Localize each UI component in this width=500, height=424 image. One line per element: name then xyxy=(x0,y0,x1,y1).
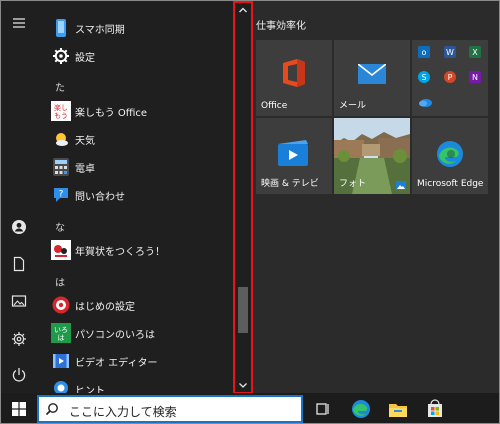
list-item-weather[interactable]: 天気 xyxy=(37,125,233,153)
tile-office[interactable]: Office xyxy=(256,40,332,116)
video-editor-icon xyxy=(51,351,71,371)
taskbar: ここに入力して検索 xyxy=(1,393,499,423)
search-icon xyxy=(45,403,58,416)
list-item-label: 設定 xyxy=(75,53,95,64)
search-input[interactable]: ここに入力して検索 xyxy=(69,403,289,420)
list-item-label: 問い合わせ xyxy=(75,192,125,203)
power-icon[interactable] xyxy=(11,367,27,383)
settings-gear-icon xyxy=(51,46,71,66)
documents-icon[interactable] xyxy=(11,256,27,272)
scrollbar-thumb[interactable] xyxy=(238,287,248,333)
list-item-calculator[interactable]: 電卓 xyxy=(37,153,233,181)
svg-text:は: は xyxy=(58,334,65,342)
tile-photos[interactable]: フォト xyxy=(334,118,410,194)
list-item-label: ヒント xyxy=(75,386,105,393)
list-item-label: 電卓 xyxy=(75,164,95,175)
photos-badge-icon xyxy=(396,181,406,190)
app-list: スマホ同期 設定 た 楽し もう 楽しもう Office 天気 電卓 ? 問い合… xyxy=(37,1,233,393)
phone-link-icon xyxy=(51,18,71,38)
tile-microsoft-edge[interactable]: Microsoft Edge xyxy=(412,118,488,194)
windows-logo-icon xyxy=(12,402,26,416)
excel-icon: X xyxy=(469,46,481,58)
office-logo-icon xyxy=(283,59,305,87)
movies-tv-icon xyxy=(278,140,308,166)
initial-setup-icon xyxy=(51,295,71,315)
list-item-label: 年賀状をつくろう！ xyxy=(75,247,165,258)
mail-envelope-icon xyxy=(358,64,386,84)
list-item-video-editor[interactable]: ビデオ エディター xyxy=(37,347,233,375)
start-rail xyxy=(1,1,37,393)
svg-text:もう: もう xyxy=(54,112,68,120)
tile-label: Office xyxy=(261,101,288,111)
pc-basics-icon: いろ は xyxy=(51,323,71,343)
start-menu: スマホ同期 設定 た 楽し もう 楽しもう Office 天気 電卓 ? 問い合… xyxy=(1,1,499,394)
start-button[interactable] xyxy=(1,393,37,423)
list-item-label: 楽しもう Office xyxy=(75,108,148,119)
letter-header-ha[interactable]: は xyxy=(55,274,65,289)
get-help-icon: ? xyxy=(51,185,71,205)
pictures-icon[interactable] xyxy=(11,293,27,309)
tile-mail[interactable]: メール xyxy=(334,40,410,116)
file-explorer-icon[interactable] xyxy=(388,399,408,419)
outlook-icon: o xyxy=(418,46,430,58)
tile-label: Microsoft Edge xyxy=(417,179,484,189)
screenshot-frame: スマホ同期 設定 た 楽し もう 楽しもう Office 天気 電卓 ? 問い合… xyxy=(0,0,500,424)
hamburger-menu-icon[interactable] xyxy=(11,15,27,31)
svg-text:W: W xyxy=(446,48,454,57)
tile-label: フォト xyxy=(339,179,367,189)
tips-icon xyxy=(51,379,71,393)
list-item-tips[interactable]: ヒント xyxy=(37,375,233,393)
list-item-initial-setup[interactable]: はじめの設定 xyxy=(37,291,233,319)
svg-text:P: P xyxy=(448,73,453,82)
svg-text:S: S xyxy=(421,73,426,82)
powerpoint-icon: P xyxy=(444,71,456,83)
list-item-label: 天気 xyxy=(75,136,95,147)
list-item-phone-link[interactable]: スマホ同期 xyxy=(37,14,233,42)
user-account-icon[interactable] xyxy=(11,219,27,235)
svg-text:X: X xyxy=(472,48,478,57)
office-fun-icon: 楽し もう xyxy=(51,101,71,121)
app-list-scrollbar[interactable] xyxy=(233,1,253,394)
edge-logo-icon xyxy=(437,141,463,167)
tile-label: 映画 & テレビ xyxy=(261,179,319,189)
list-item-new-year-card[interactable]: 年賀状をつくろう！ xyxy=(37,236,233,264)
tiles-area: 仕事効率化 Office メール o W X S P N 映画 & テレビ フォ… xyxy=(253,1,499,393)
svg-text:いろ: いろ xyxy=(54,326,68,334)
list-item-office-fun[interactable]: 楽し もう 楽しもう Office xyxy=(37,97,233,125)
onedrive-icon xyxy=(419,99,432,107)
calculator-icon xyxy=(51,157,71,177)
svg-text:楽し: 楽し xyxy=(54,103,68,112)
letter-header-na[interactable]: な xyxy=(55,219,65,234)
list-item-settings[interactable]: 設定 xyxy=(37,42,233,70)
edge-taskbar-icon[interactable] xyxy=(351,399,371,419)
skype-icon: S xyxy=(418,71,430,83)
list-item-label: パソコンのいろは xyxy=(75,330,155,341)
onenote-icon: N xyxy=(469,71,481,83)
list-item-get-help[interactable]: ? 問い合わせ xyxy=(37,181,233,209)
microsoft-store-icon[interactable] xyxy=(425,399,445,419)
new-year-card-icon xyxy=(51,240,71,260)
letter-header-ta[interactable]: た xyxy=(55,79,65,94)
task-view-icon[interactable] xyxy=(313,399,333,419)
settings-icon[interactable] xyxy=(11,331,27,347)
svg-text:?: ? xyxy=(59,190,64,200)
svg-text:N: N xyxy=(472,73,478,82)
word-icon: W xyxy=(444,46,456,58)
tile-group-title[interactable]: 仕事効率化 xyxy=(256,17,306,32)
tile-label: メール xyxy=(339,101,367,111)
list-item-pc-basics[interactable]: いろ は パソコンのいろは xyxy=(37,319,233,347)
taskbar-search-box[interactable]: ここに入力して検索 xyxy=(37,395,303,423)
list-item-label: スマホ同期 xyxy=(75,25,125,36)
tile-office-apps-folder[interactable]: o W X S P N xyxy=(412,40,488,116)
scroll-down-arrow-icon[interactable] xyxy=(238,380,248,390)
tile-movies-tv[interactable]: 映画 & テレビ xyxy=(256,118,332,194)
weather-icon xyxy=(51,129,71,149)
list-item-label: はじめの設定 xyxy=(75,302,135,313)
list-item-label: ビデオ エディター xyxy=(75,358,158,369)
scroll-up-arrow-icon[interactable] xyxy=(238,5,248,15)
svg-text:o: o xyxy=(422,48,427,57)
